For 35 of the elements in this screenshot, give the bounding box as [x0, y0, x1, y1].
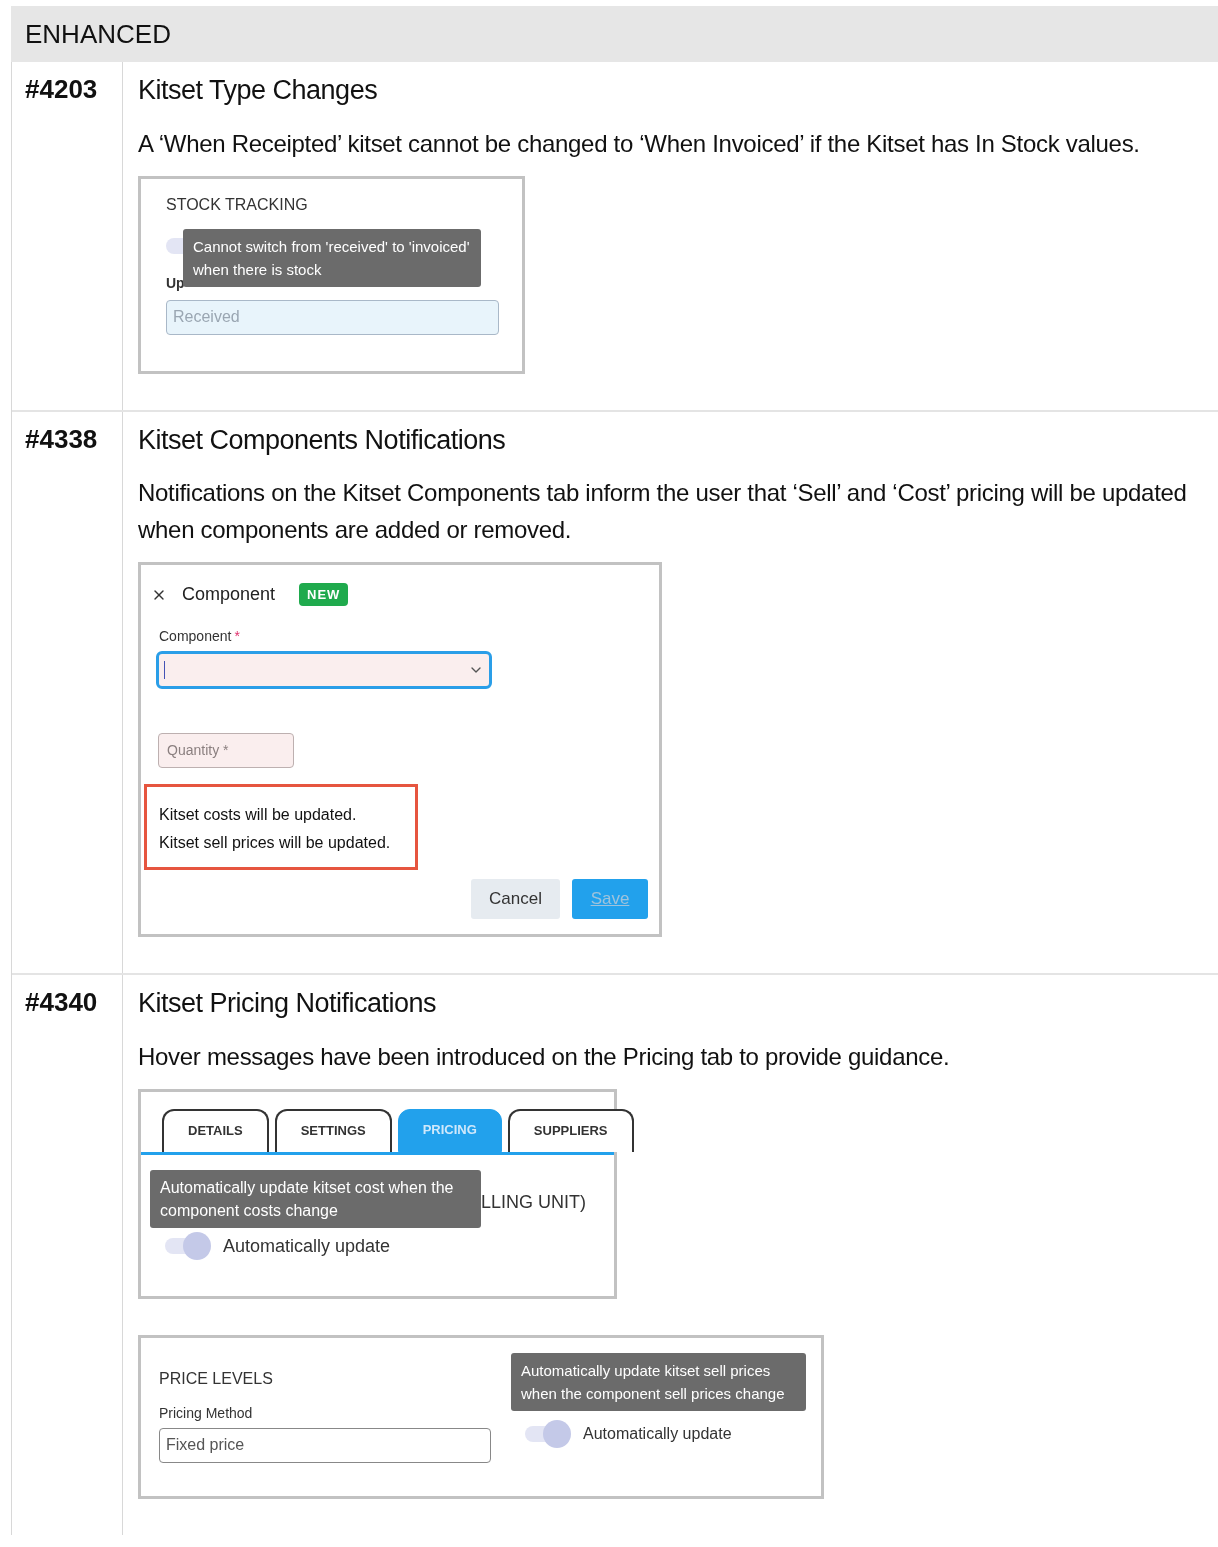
tooltip: Cannot switch from 'received' to 'invoiced' when there is stock [183, 228, 481, 287]
toggle-switch[interactable] [165, 1233, 211, 1259]
new-badge: NEW [299, 582, 349, 607]
notice-text: Kitset costs will be updated. [159, 805, 358, 825]
field-label: Up [166, 273, 185, 293]
item-description: A ‘When Receipted’ kitset cannot be changed to ‘When Invoiced’ if the Kitset has In Stock values. [138, 128, 1141, 159]
tab[interactable]: DETAILS [162, 1108, 269, 1152]
issue-number: #4338 [25, 422, 99, 456]
required-mark: * [234, 627, 240, 646]
toggle-switch[interactable] [525, 1420, 571, 1447]
pricing-method-field[interactable]: Fixed price [159, 1427, 491, 1463]
notice-text: Kitset sell prices will be updated. [159, 833, 392, 853]
issue-number: #4340 [25, 986, 99, 1019]
field-label: Component [159, 627, 232, 646]
toggle-label: Automatically update [223, 1234, 391, 1258]
section-heading: PRICE LEVELS [159, 1368, 274, 1389]
tooltip: Automatically update kitset sell prices when the component sell prices change [511, 1352, 806, 1411]
issue-number: #4203 [25, 73, 99, 106]
item-title: Kitset Components Notifications [138, 423, 507, 457]
section-heading: LLING UNIT) [481, 1190, 586, 1214]
item-description: Notifications on the Kitset Components tab inform the user that ‘Sell’ and ‘Cost’ pricing will be updated when components are added or removed. [138, 478, 1188, 545]
field-label: Pricing Method [159, 1403, 254, 1423]
item-description: Hover messages have been introduced on the Pricing tab to provide guidance. [138, 1041, 951, 1072]
toggle-label: Automatically update [583, 1423, 732, 1444]
text-cursor [164, 661, 165, 679]
cancel-button[interactable]: Cancel [471, 879, 560, 919]
quantity-field[interactable]: Quantity * [158, 733, 294, 768]
dialog-title: Component [182, 583, 276, 606]
tooltip: Automatically update kitset cost when the component costs change [150, 1169, 481, 1228]
section-heading: STOCK TRACKING [166, 194, 309, 215]
item-title: Kitset Pricing Notifications [138, 987, 438, 1020]
tab[interactable]: SUPPLIERS [507, 1108, 634, 1152]
item-title: Kitset Type Changes [138, 74, 379, 107]
tab[interactable]: SETTINGS [274, 1108, 392, 1152]
section-header: ENHANCED [11, 6, 1218, 62]
